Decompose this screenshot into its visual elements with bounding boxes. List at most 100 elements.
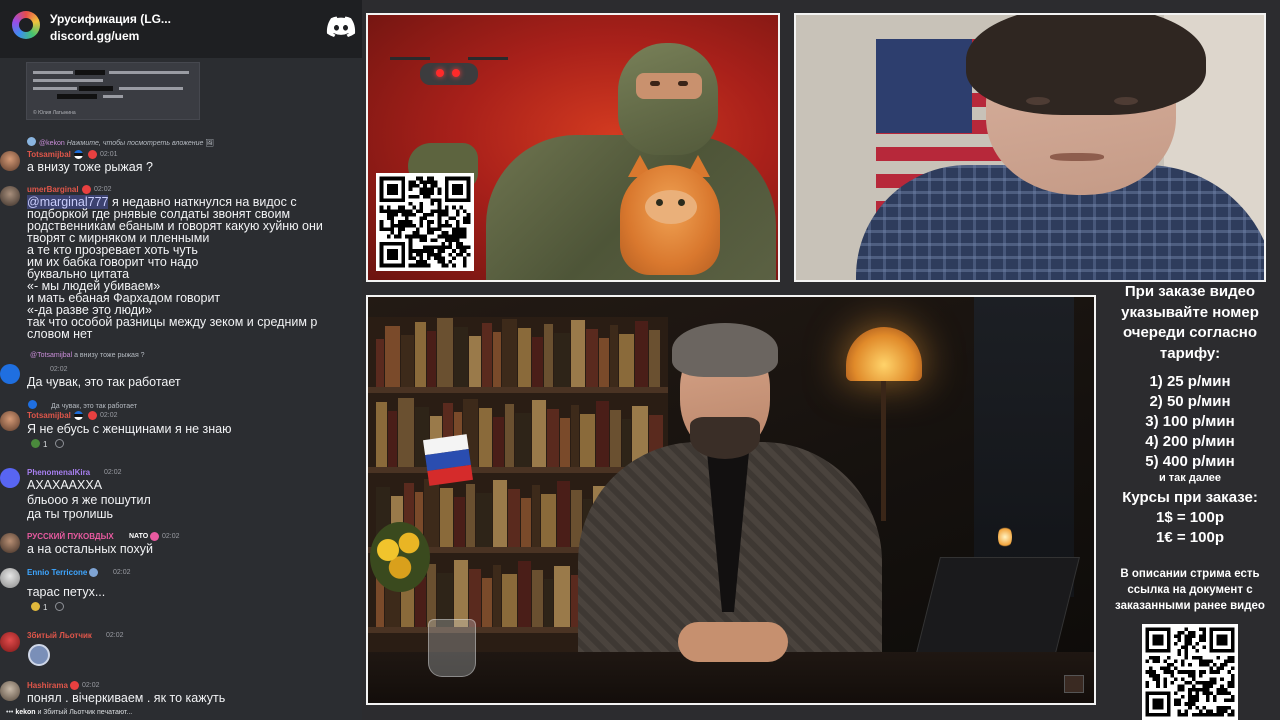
book xyxy=(482,323,492,387)
price-more: и так далее xyxy=(1158,472,1222,484)
chat-header: Урусификация (LG... discord.gg/uem xyxy=(0,0,362,58)
drone-light xyxy=(436,69,444,77)
reaction[interactable]: 1 xyxy=(31,439,65,451)
reply-preview[interactable]: @kekon Нажмите, чтобы посмотреть вложени… xyxy=(27,136,214,147)
person-eye xyxy=(1114,97,1138,105)
book xyxy=(427,564,436,627)
reply-preview[interactable]: Да чувак, это так работает xyxy=(28,399,137,410)
avatar[interactable] xyxy=(0,468,20,488)
exchange-rate: 1$ = 100р xyxy=(1156,509,1224,526)
book xyxy=(469,336,481,387)
book xyxy=(554,333,570,387)
book xyxy=(482,578,492,627)
book xyxy=(586,329,598,387)
image-icon: 🖼 xyxy=(205,140,215,147)
message-text: АХАХААХХА xyxy=(27,478,103,492)
artwork-frame xyxy=(366,13,780,282)
avatar[interactable] xyxy=(0,364,20,384)
message-text: словом нет xyxy=(27,327,93,341)
book xyxy=(518,328,531,387)
book xyxy=(547,409,559,467)
message-time: 02:02 xyxy=(82,682,100,689)
role-badge-icon xyxy=(150,532,159,541)
soldier-eye xyxy=(678,81,688,86)
avatar[interactable] xyxy=(0,186,20,206)
message-author[interactable]: umerBarginal xyxy=(27,185,79,194)
person-mouth xyxy=(1050,153,1104,161)
cat-eye xyxy=(678,199,685,206)
book xyxy=(610,325,618,387)
message-text: Я не ебусь с женщинами я не знаю xyxy=(27,422,232,436)
text-line xyxy=(33,71,73,74)
book xyxy=(596,401,609,467)
avatar[interactable] xyxy=(0,533,20,553)
typing-indicator: ••• kekon и 3битый Льотчик печатают... xyxy=(6,709,132,716)
image-attachment[interactable]: © Юлия Латынина xyxy=(26,62,200,120)
message-author[interactable]: Totsamijbal xyxy=(27,150,71,159)
server-invite-link[interactable]: discord.gg/uem xyxy=(50,29,139,43)
soldier-face xyxy=(636,73,702,99)
book xyxy=(515,413,531,467)
message-text: а на остальных похуй xyxy=(27,542,153,556)
reaction[interactable]: 1 xyxy=(31,602,65,614)
price-tier: 3) 100 р/мин xyxy=(1145,413,1235,430)
add-reaction-icon[interactable] xyxy=(55,439,65,448)
avatar[interactable] xyxy=(0,151,20,171)
person-eye xyxy=(1026,97,1050,105)
message-text: Да чувак, это так работает xyxy=(27,375,181,389)
discord-chat-overlay: Урусификация (LG... discord.gg/uem © Юли… xyxy=(0,0,362,720)
stream-layout: Урусификация (LG... discord.gg/uem © Юли… xyxy=(0,0,1280,720)
book xyxy=(571,320,585,387)
book xyxy=(398,398,414,467)
message-author[interactable]: Ennio Terricone xyxy=(27,568,87,577)
discord-logo-icon xyxy=(326,16,356,37)
message-text: понял . вічеркиваем . як то кажуть xyxy=(27,691,226,705)
cat-eye xyxy=(656,199,663,206)
water-glass xyxy=(428,619,476,677)
book xyxy=(544,579,553,627)
avatar[interactable] xyxy=(0,411,20,431)
book xyxy=(508,489,520,547)
server-name: Урусификация (LG... xyxy=(50,12,171,26)
reaction-count: 1 xyxy=(43,603,48,612)
book xyxy=(493,565,501,627)
message-time: 02:01 xyxy=(100,151,118,158)
message-author[interactable]: Totsamijbal xyxy=(27,411,71,420)
book xyxy=(502,319,517,387)
book xyxy=(424,479,439,547)
text-line xyxy=(33,79,103,82)
message-author[interactable]: РУССКИЙ ПУКОВДЫХ xyxy=(27,532,114,541)
message-time: 02:02 xyxy=(106,632,124,639)
soldier-head xyxy=(618,43,718,155)
text-line xyxy=(103,95,123,98)
qr-code-icon[interactable] xyxy=(376,173,474,271)
book xyxy=(376,339,384,387)
book xyxy=(440,488,453,547)
avatar[interactable] xyxy=(0,568,20,588)
add-reaction-icon[interactable] xyxy=(55,602,65,611)
message-time: 02:02 xyxy=(94,186,112,193)
presenter-beard xyxy=(690,417,760,459)
server-icon xyxy=(12,11,40,39)
soldier-eye xyxy=(650,81,660,86)
drone-body xyxy=(420,63,478,85)
estonia-flag-icon xyxy=(74,411,83,420)
avatar[interactable] xyxy=(0,632,20,652)
reply-username: @kekon xyxy=(39,140,65,147)
message-text: тарас петух... xyxy=(27,585,106,599)
book xyxy=(544,324,553,387)
message-author[interactable]: 3битый Льотчик xyxy=(27,631,92,640)
channel-avatar xyxy=(1064,675,1084,693)
reply-text: Да чувак, это так работает xyxy=(51,403,138,410)
russian-flag-icon xyxy=(423,434,473,486)
message-author[interactable]: PhenomenalKira xyxy=(27,468,90,477)
candle-light xyxy=(998,525,1012,549)
qr-code-icon[interactable] xyxy=(1142,624,1238,720)
avatar[interactable] xyxy=(0,681,20,701)
book xyxy=(388,411,397,467)
message-author[interactable]: Hashirama xyxy=(27,681,68,690)
book xyxy=(610,410,621,467)
reaction-count: 1 xyxy=(43,440,48,449)
reply-preview[interactable]: @Totsamijbal а внизу тоже рыжая ? xyxy=(30,352,145,359)
window-background xyxy=(974,297,1074,597)
